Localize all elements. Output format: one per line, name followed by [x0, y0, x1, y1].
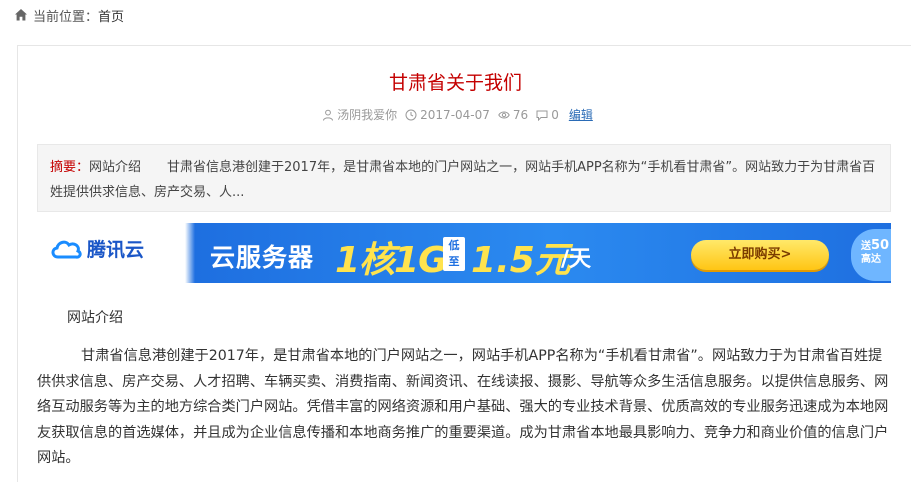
edit-link[interactable]: 编辑 [569, 106, 593, 123]
ad-price: 1.5元 [471, 240, 571, 281]
article-meta: 汤阴我爱你 2017-04-07 76 0 编辑 [0, 106, 911, 123]
summary-text: 网站介绍 甘肃省信息港创建于2017年，是甘肃省本地的门户网站之一，网站手机AP… [50, 160, 876, 200]
summary-label: 摘要： [50, 160, 90, 175]
user-icon [323, 109, 334, 121]
author-name[interactable]: 汤阴我爱你 [337, 106, 397, 123]
ad-product: 云服务器 [210, 243, 315, 272]
view-count: 76 [512, 107, 529, 122]
breadcrumb: 当前位置： 首页 [14, 6, 124, 25]
article-summary: 摘要：网站介绍 甘肃省信息港创建于2017年，是甘肃省本地的门户网站之一，网站手… [37, 144, 891, 212]
ad-logo: 腾讯云 [49, 235, 144, 262]
comment-icon [536, 110, 548, 121]
ad-spec: 1核1G [335, 240, 448, 281]
article-paragraph: 甘肃省信息港创建于2017年，是甘肃省本地的门户网站之一，网站手机APP名称为“… [37, 348, 889, 467]
breadcrumb-home-link[interactable]: 首页 [98, 6, 124, 25]
ad-corner-badge: 送50 高达 [851, 229, 891, 281]
date-meta: 2017-04-07 [405, 108, 490, 122]
ad-price-badge: 低至 [443, 237, 465, 271]
ad-buy-button[interactable]: 立即购买> [691, 240, 829, 270]
section-title: 网站介绍 [67, 310, 123, 326]
ad-banner[interactable]: 腾讯云 云服务器 1核1G 低至 1.5元 /天 立即购买> 送50 高达 [45, 223, 891, 283]
cloud-icon [51, 240, 82, 259]
comment-count[interactable]: 0 [551, 108, 559, 122]
publish-date: 2017-04-07 [420, 107, 490, 122]
comments-meta: 0 [536, 108, 559, 122]
breadcrumb-prefix: 当前位置： [33, 9, 99, 25]
ad-unit: /天 [561, 247, 592, 272]
ad-brand: 腾讯云 [87, 239, 145, 261]
views-meta: 76 [498, 108, 528, 122]
author-meta: 汤阴我爱你 [322, 106, 397, 123]
article-title: 甘肃省关于我们 [388, 72, 522, 94]
home-icon [14, 8, 28, 22]
clock-icon [405, 109, 417, 120]
eye-icon [498, 111, 510, 118]
